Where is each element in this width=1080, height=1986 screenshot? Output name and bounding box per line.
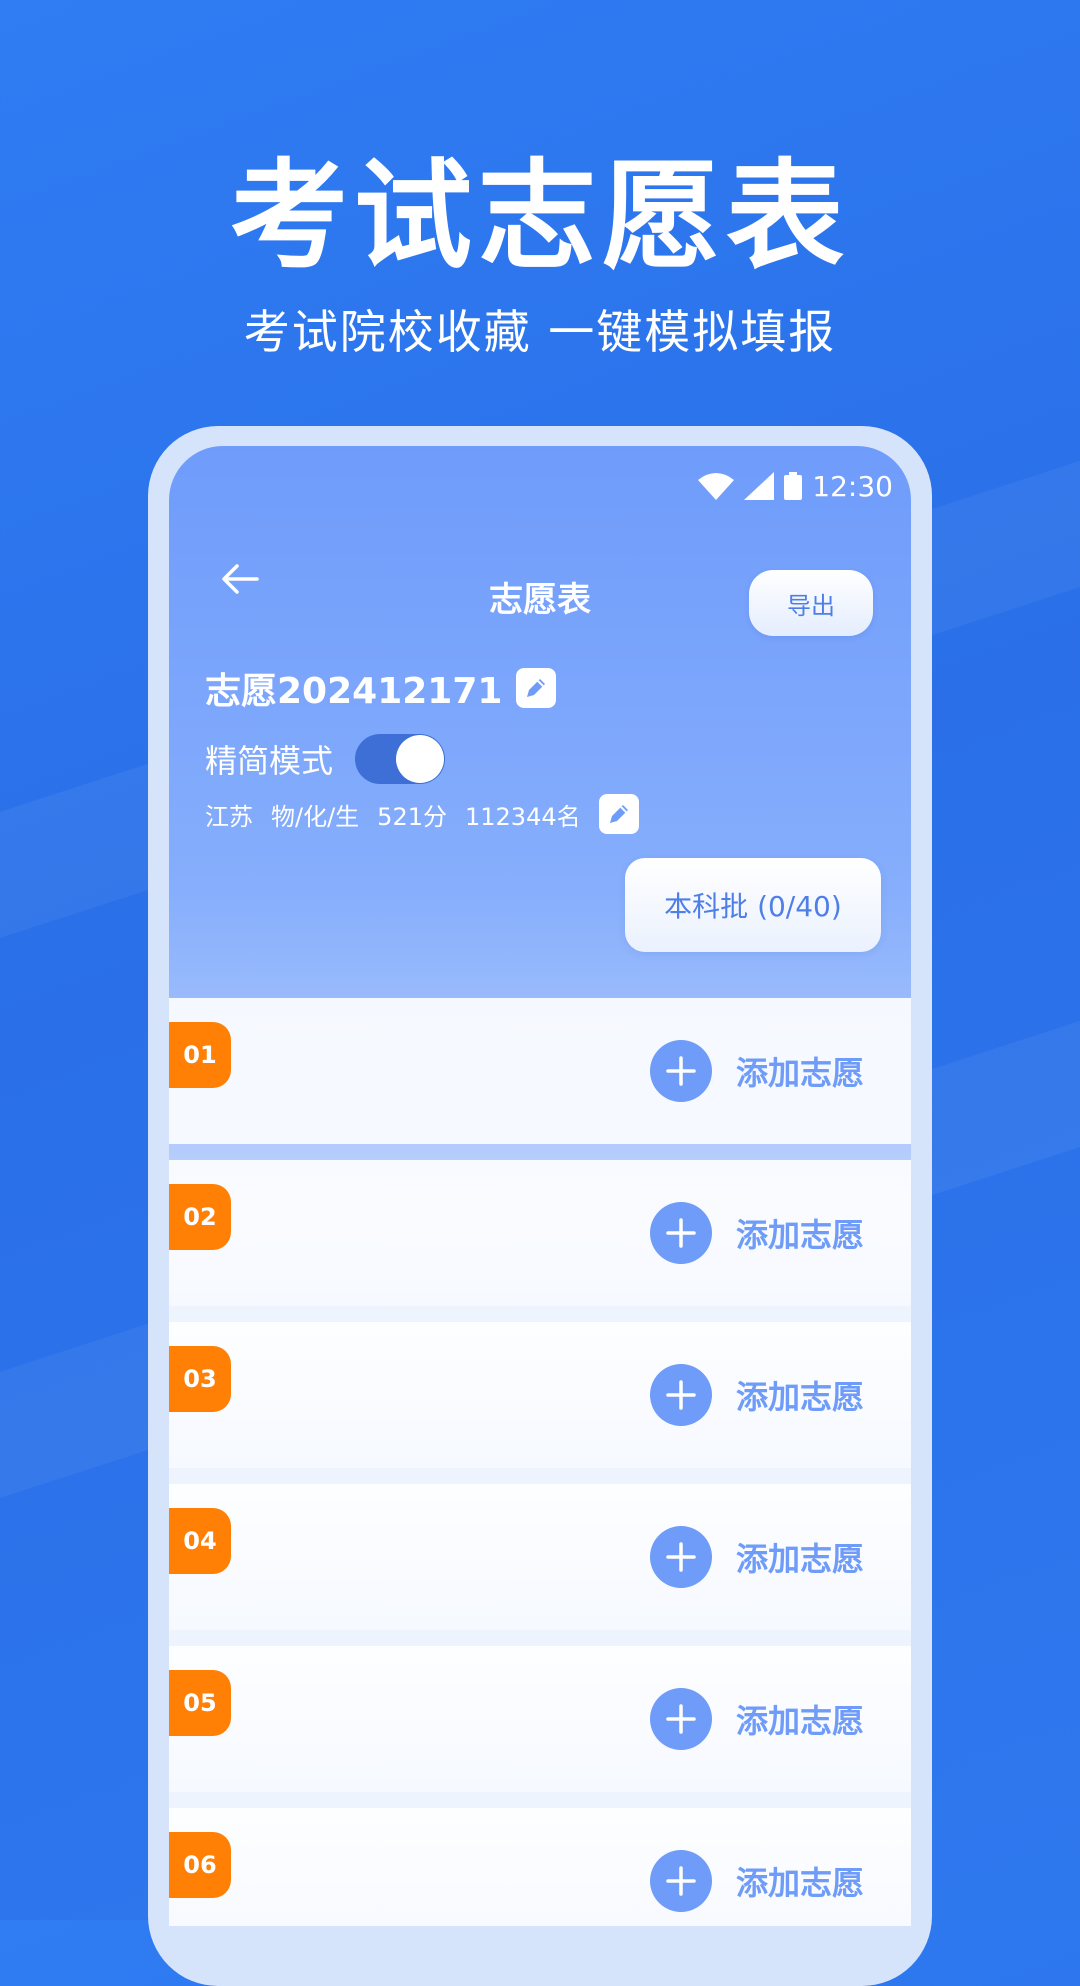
status-time: 12:30 (812, 469, 893, 503)
plus-icon (650, 1688, 712, 1750)
plus-icon (650, 1040, 712, 1102)
add-choice-label: 添加志愿 (736, 1702, 865, 1740)
list-item: 04 添加志愿 (169, 1484, 911, 1630)
status-bar: 12:30 (698, 466, 893, 506)
add-choice-button[interactable]: 添加志愿 (650, 1526, 864, 1588)
mode-row: 精简模式 (205, 734, 446, 784)
wifi-icon (698, 472, 735, 500)
plus-icon (650, 1850, 712, 1912)
list-item: 05 添加志愿 (169, 1646, 911, 1792)
add-choice-label: 添加志愿 (736, 1540, 865, 1578)
choice-number-badge: 02 (169, 1184, 231, 1250)
choice-number-badge: 06 (169, 1832, 231, 1898)
add-choice-label: 添加志愿 (736, 1216, 865, 1254)
add-choice-button[interactable]: 添加志愿 (650, 1202, 864, 1264)
add-choice-label: 添加志愿 (736, 1054, 865, 1092)
mode-label: 精简模式 (205, 742, 334, 780)
hero-subtitle: 考试院校收藏 一键模拟填报 (243, 305, 837, 359)
signal-icon (744, 472, 775, 500)
plus-icon (650, 1364, 712, 1426)
add-choice-button[interactable]: 添加志愿 (650, 1688, 864, 1750)
simplified-mode-toggle[interactable] (355, 734, 446, 784)
list-item: 01 添加志愿 (169, 998, 911, 1144)
list-item: 03 添加志愿 (169, 1322, 911, 1468)
toggle-knob (396, 735, 445, 783)
batch-selector-button[interactable]: 本科批 (0/40) (625, 858, 881, 952)
export-button[interactable]: 导出 (749, 570, 873, 636)
battery-icon (784, 472, 803, 500)
choice-number-badge: 04 (169, 1508, 231, 1574)
add-choice-label: 添加志愿 (736, 1378, 865, 1416)
plus-icon (650, 1526, 712, 1588)
edit-icon[interactable] (598, 794, 639, 834)
plus-icon (650, 1202, 712, 1264)
edit-icon[interactable] (516, 668, 557, 708)
score: 521分 (377, 802, 447, 831)
plan-name: 志愿202412171 (205, 671, 503, 712)
add-choice-label: 添加志愿 (736, 1864, 865, 1902)
score-info-row: 江苏 物/化/生 521分 112344名 (205, 794, 639, 834)
add-choice-button[interactable]: 添加志愿 (650, 1850, 864, 1912)
add-choice-button[interactable]: 添加志愿 (650, 1040, 864, 1102)
province: 江苏 (205, 802, 253, 831)
hero-title: 考试志愿表 (229, 147, 850, 285)
subjects: 物/化/生 (271, 802, 360, 831)
choice-list: 01 添加志愿 02 添加志愿 03 添加志愿 04 添加志愿 05 添加志愿 … (169, 998, 911, 1926)
choice-number-badge: 05 (169, 1670, 231, 1736)
list-item: 02 添加志愿 (169, 1160, 911, 1306)
choice-number-badge: 01 (169, 1022, 231, 1088)
choice-number-badge: 03 (169, 1346, 231, 1412)
rank: 112344名 (464, 802, 581, 831)
plan-name-row: 志愿202412171 (205, 662, 557, 714)
add-choice-button[interactable]: 添加志愿 (650, 1364, 864, 1426)
list-item: 06 添加志愿 (169, 1808, 911, 1926)
phone-screen: 12:30 志愿表 导出 志愿202412171 精简模式 江苏 物/化/生 5… (169, 446, 911, 1926)
